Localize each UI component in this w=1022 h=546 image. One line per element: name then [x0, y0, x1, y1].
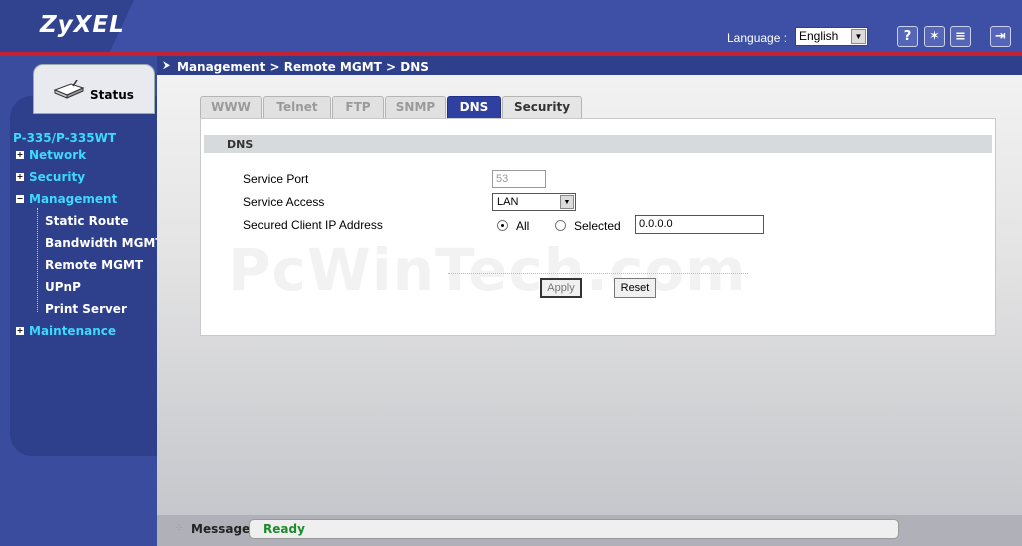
radio-selected-label: Selected — [574, 219, 621, 233]
logout-icon[interactable]: ⇥ — [990, 26, 1011, 47]
secured-ip-label: Secured Client IP Address — [243, 218, 383, 232]
radio-all-label: All — [516, 219, 530, 233]
tab-www[interactable]: WWW — [200, 96, 262, 118]
expand-icon[interactable]: + — [16, 327, 24, 335]
section-header — [204, 135, 992, 153]
language-label: Language : — [727, 31, 788, 45]
chevron-down-icon: ▼ — [851, 29, 866, 44]
sidebar-item-remote-mgmt[interactable]: Remote MGMT — [45, 258, 143, 272]
sitemap-icon[interactable]: ≡ — [950, 26, 971, 47]
tree-line — [37, 208, 38, 312]
service-port-label: Service Port — [243, 172, 309, 186]
status-label[interactable]: Status — [90, 88, 134, 102]
radio-all[interactable] — [497, 220, 508, 231]
expand-icon[interactable]: + — [16, 151, 24, 159]
sidebar-item-upnp[interactable]: UPnP — [45, 280, 81, 294]
service-access-label: Service Access — [243, 195, 325, 209]
header-bar — [0, 0, 1022, 52]
radio-selected[interactable] — [555, 220, 566, 231]
message-box — [249, 519, 899, 539]
sidebar — [0, 56, 157, 546]
reset-button[interactable]: Reset — [614, 278, 656, 298]
wizard-icon[interactable]: ✶ — [924, 26, 945, 47]
tab-telnet[interactable]: Telnet — [263, 96, 331, 118]
section-title: DNS — [227, 138, 254, 151]
language-value: English — [799, 29, 839, 43]
ip-address-field[interactable]: 0.0.0.0 — [635, 215, 764, 234]
watermark: PcWinTech.com — [228, 236, 747, 304]
breadcrumb-arrow-icon: ⮞ — [163, 60, 171, 71]
message-text: Ready — [263, 522, 305, 536]
apply-button[interactable]: Apply — [540, 278, 582, 298]
chevron-down-icon: ▼ — [560, 195, 574, 209]
expand-icon[interactable]: + — [16, 173, 24, 181]
zyxel-logo: ZyXEL — [40, 12, 125, 38]
router-icon — [53, 80, 85, 99]
message-label: Message — [191, 522, 251, 536]
tab-ftp[interactable]: FTP — [332, 96, 384, 118]
collapse-icon[interactable]: − — [16, 195, 24, 203]
language-select[interactable]: English ▼ — [795, 27, 868, 46]
sidebar-item-bandwidth-mgmt[interactable]: Bandwidth MGMT — [45, 236, 164, 250]
sidebar-item-print-server[interactable]: Print Server — [45, 302, 127, 316]
sidebar-item-network[interactable]: Network — [29, 148, 86, 162]
model-name: P-335/P-335WT — [13, 131, 117, 145]
sidebar-item-maintenance[interactable]: Maintenance — [29, 324, 116, 338]
breadcrumb: Management > Remote MGMT > DNS — [177, 60, 429, 74]
service-access-select[interactable]: LAN ▼ — [492, 193, 576, 211]
divider-line — [448, 273, 748, 274]
tab-snmp[interactable]: SNMP — [385, 96, 446, 118]
tab-dns[interactable]: DNS — [447, 96, 501, 118]
help-icon[interactable]: ? — [897, 26, 918, 47]
sidebar-item-security[interactable]: Security — [29, 170, 85, 184]
sidebar-item-static-route[interactable]: Static Route — [45, 214, 129, 228]
sidebar-item-management[interactable]: Management — [29, 192, 117, 206]
message-icon: ⁘ — [175, 523, 184, 534]
service-port-field[interactable]: 53 — [492, 170, 546, 188]
service-access-value: LAN — [497, 196, 519, 208]
tab-security[interactable]: Security — [502, 96, 582, 118]
